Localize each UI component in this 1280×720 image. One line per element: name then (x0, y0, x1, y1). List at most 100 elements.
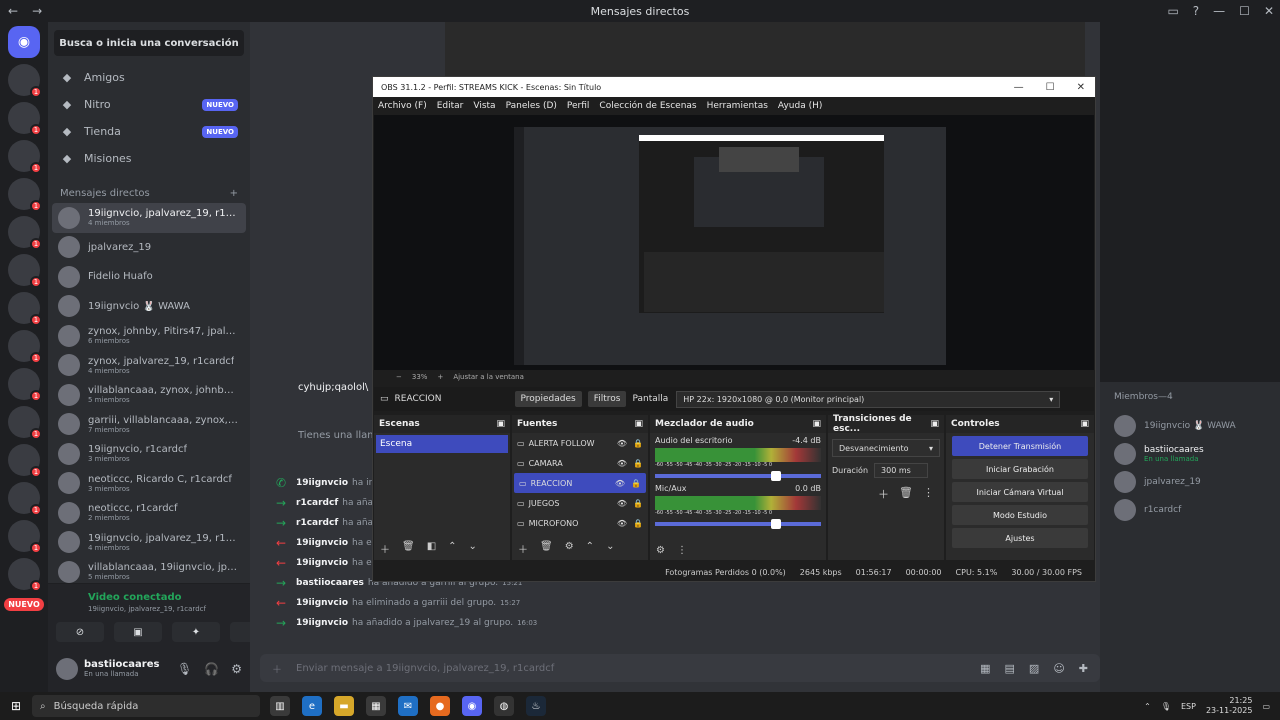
transition-more-icon[interactable]: ⋮ (923, 486, 934, 502)
add-attachment-icon[interactable]: ＋ (272, 661, 282, 676)
delete-scene-icon[interactable]: 🗑 (402, 541, 415, 556)
inbox-icon[interactable]: ▭ (1167, 4, 1178, 18)
dock-menu-icon[interactable]: ▣ (634, 419, 643, 429)
mic-tray-icon[interactable]: 🎙 (1161, 702, 1171, 711)
message-user[interactable]: r1cardcf (296, 518, 338, 528)
settings-icon[interactable]: ⚙ (231, 662, 242, 676)
help-icon[interactable]: ? (1193, 4, 1199, 18)
obs-icon[interactable]: ◍ (494, 696, 514, 716)
obs-close-button[interactable]: ✕ (1077, 82, 1085, 93)
notifications-icon[interactable]: ▭ (1262, 702, 1270, 711)
dm-item[interactable]: zynox, johnby, Pitirs47, jpalvar... 6 mie… (48, 321, 250, 351)
search-button[interactable]: Busca o inicia una conversación (54, 30, 244, 56)
source-item[interactable]: ▭ CAMARA 👁 🔒 (512, 453, 648, 473)
taskbar-search[interactable]: ⌕ Búsqueda rápida (32, 695, 260, 717)
dm-item[interactable]: 19iignvcio, r1cardcf 3 miembros (48, 439, 250, 469)
headphones-icon[interactable]: 🎧 (204, 662, 219, 676)
add-source-icon[interactable]: ＋ (518, 541, 528, 556)
move-down-icon[interactable]: ⌄ (469, 541, 477, 556)
visibility-icon[interactable]: 👁 (615, 479, 625, 488)
store-icon[interactable]: ▦ (366, 696, 386, 716)
message-user[interactable]: bastiiocaares (296, 578, 364, 588)
obs-menu-item[interactable]: Ayuda (H) (778, 101, 822, 111)
scene-filter-icon[interactable]: ◧ (427, 541, 436, 556)
forward-icon[interactable]: → (32, 4, 42, 18)
dock-menu-icon[interactable]: ▣ (1080, 419, 1089, 429)
obs-menu-item[interactable]: Perfil (567, 101, 590, 111)
dock-menu-icon[interactable]: ▣ (812, 419, 821, 429)
lock-icon[interactable]: 🔒 (633, 519, 643, 528)
message-user[interactable]: r1cardcf (296, 498, 338, 508)
dm-item[interactable]: jpalvarez_19 (48, 233, 250, 263)
dm-item[interactable]: zynox, jpalvarez_19, r1cardcf 4 miembros (48, 351, 250, 381)
nav-item-nitro[interactable]: ◆ Nitro NUEVO (48, 91, 250, 118)
dm-item[interactable]: 19iignvcio, jpalvarez_19, r1car... 4 miem… (52, 203, 246, 233)
screen-share-button[interactable]: ▣ (114, 622, 162, 642)
server-icon[interactable]: 1 (8, 368, 42, 402)
new-pill[interactable]: NUEVO (4, 598, 44, 611)
task-view-icon[interactable]: ▥ (270, 696, 290, 716)
server-icon[interactable]: 1 (8, 520, 42, 554)
server-icon[interactable]: 1 (8, 558, 42, 592)
zoom-out-icon[interactable]: − (396, 373, 402, 381)
more-icon[interactable]: ⋮ (677, 545, 687, 556)
move-down-icon[interactable]: ⌄ (606, 541, 614, 556)
source-settings-icon[interactable]: ⚙ (565, 541, 574, 556)
sticker-icon[interactable]: ▨ (1029, 662, 1039, 675)
obs-menu-item[interactable]: Vista (473, 101, 495, 111)
obs-menu-item[interactable]: Paneles (D) (506, 101, 557, 111)
lock-icon[interactable]: 🔒 (633, 499, 643, 508)
fit-window-label[interactable]: Ajustar a la ventana (453, 373, 524, 381)
dm-item[interactable]: 19iignvcio 🐰 WAWA (48, 292, 250, 322)
move-up-icon[interactable]: ⌃ (586, 541, 594, 556)
add-transition-icon[interactable]: ＋ (878, 486, 889, 502)
member-item[interactable]: r1cardcf (1100, 496, 1280, 524)
obs-menu-item[interactable]: Herramientas (707, 101, 768, 111)
clock[interactable]: 21:25 23-11-2025 (1206, 696, 1253, 716)
gift-icon[interactable]: ▦ (980, 662, 990, 675)
slider-handle[interactable] (771, 471, 782, 481)
member-item[interactable]: 19iignvcio 🐰 WAWA (1100, 412, 1280, 440)
source-item[interactable]: ▭ REACCION 👁 🔒 (514, 473, 646, 493)
dm-item[interactable]: neoticcc, r1cardcf 2 miembros (48, 498, 250, 528)
microphone-icon[interactable]: 🎙 (177, 662, 192, 676)
message-composer[interactable]: ＋ Enviar mensaje a 19iignvcio, jpalvarez… (260, 654, 1100, 682)
edge-icon[interactable]: e (302, 696, 322, 716)
server-icon[interactable]: 1 (8, 406, 42, 440)
server-icon[interactable]: 1 (8, 254, 42, 288)
server-icon[interactable]: 1 (8, 178, 42, 212)
message-user[interactable]: 19iignvcio (296, 558, 348, 568)
member-item[interactable]: jpalvarez_19 (1100, 468, 1280, 496)
server-icon[interactable]: 1 (8, 102, 42, 136)
camera-off-button[interactable]: ⊘ (56, 622, 104, 642)
obs-preview[interactable] (374, 115, 1094, 370)
lock-icon[interactable]: 🔒 (633, 439, 643, 448)
server-icon[interactable]: 1 (8, 482, 42, 516)
move-up-icon[interactable]: ⌃ (448, 541, 456, 556)
obs-minimize-button[interactable]: — (1014, 82, 1024, 93)
server-icon[interactable]: 1 (8, 444, 42, 478)
visibility-icon[interactable]: 👁 (617, 499, 627, 508)
activities-button[interactable]: ✦ (172, 622, 220, 642)
visibility-icon[interactable]: 👁 (617, 459, 627, 468)
screen-select[interactable]: HP 22x: 1920x1080 @ 0,0 (Monitor princip… (676, 390, 1061, 408)
lock-icon[interactable]: 🔒 (633, 459, 643, 468)
control-button[interactable]: Iniciar Grabación (952, 459, 1088, 479)
volume-slider[interactable] (655, 519, 821, 529)
back-icon[interactable]: ← (8, 4, 18, 18)
message-user[interactable]: 19iignvcio (296, 478, 348, 488)
transition-select[interactable]: Desvanecimiento ▾ (832, 439, 940, 457)
obs-menu-item[interactable]: Editar (437, 101, 464, 111)
server-icon[interactable]: 1 (8, 64, 42, 98)
tray-expand-icon[interactable]: ⌃ (1144, 702, 1151, 711)
server-icon[interactable]: 1 (8, 330, 42, 364)
dm-item[interactable]: 19iignvcio, jpalvarez_19, r1car... 4 miem… (48, 528, 250, 558)
lang-indicator[interactable]: ESP (1181, 702, 1196, 711)
obs-menu-item[interactable]: Archivo (F) (378, 101, 427, 111)
control-button[interactable]: Iniciar Cámara Virtual (952, 482, 1088, 502)
duration-input[interactable]: 300 ms (874, 463, 929, 478)
properties-button[interactable]: Propiedades (514, 391, 582, 407)
filters-button[interactable]: Filtros (587, 391, 627, 407)
discord-icon[interactable]: ◉ (462, 696, 482, 716)
message-user[interactable]: 19iignvcio (296, 598, 348, 608)
